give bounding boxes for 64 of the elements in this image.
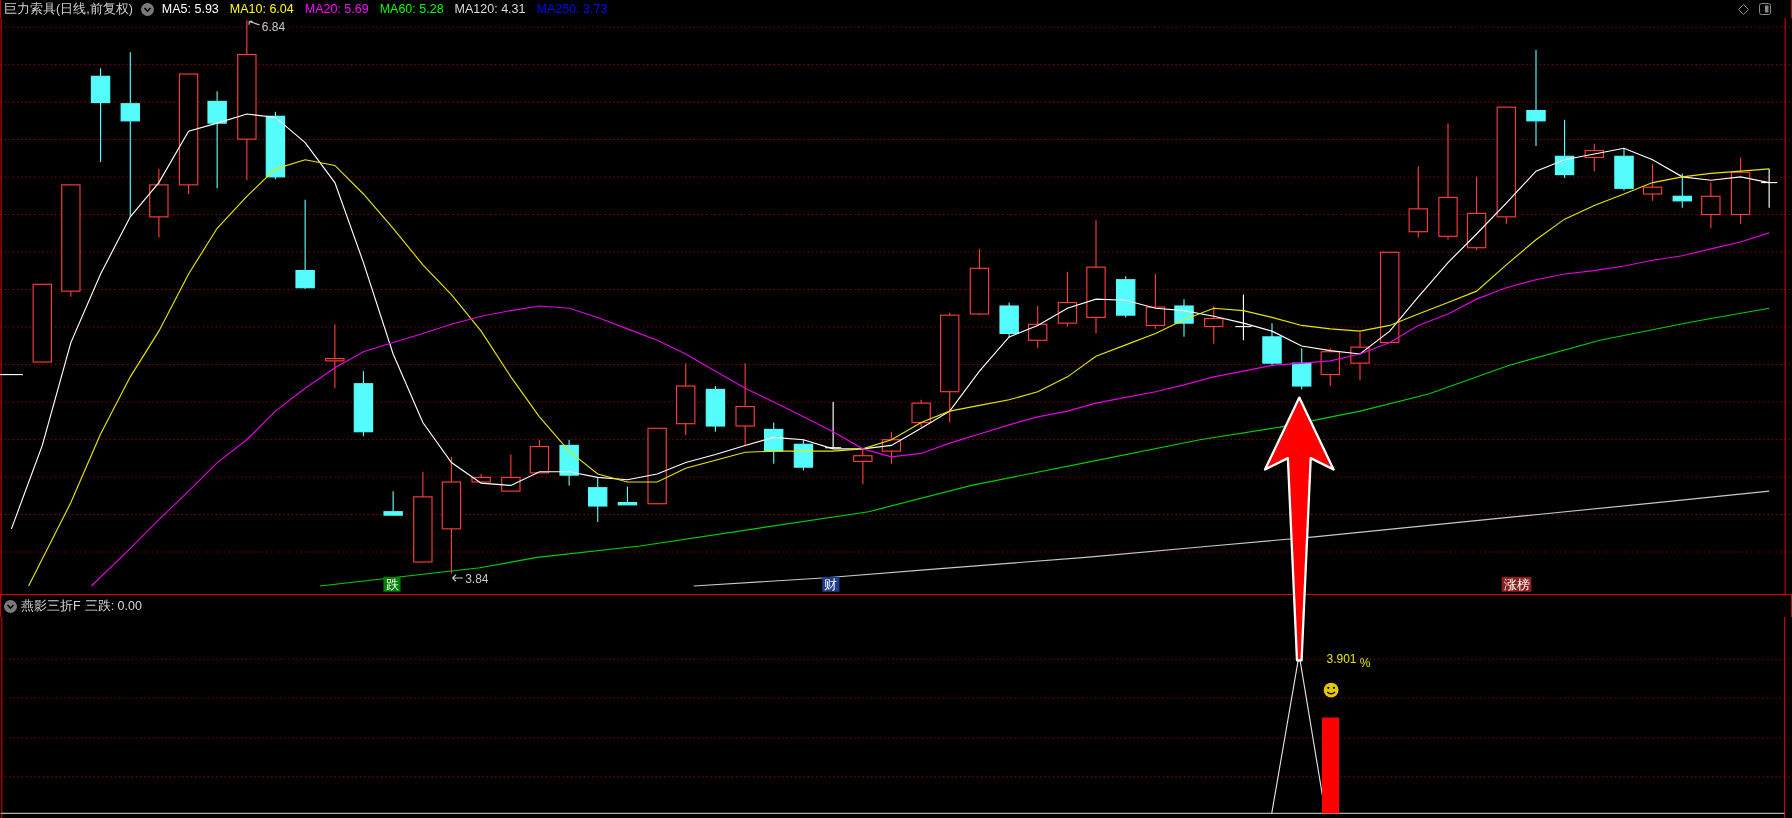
candlestick bbox=[1584, 143, 1604, 172]
candlestick bbox=[705, 385, 726, 433]
candlestick bbox=[1408, 166, 1428, 238]
pointer-icon bbox=[452, 574, 464, 582]
diamond-icon[interactable] bbox=[1738, 3, 1749, 15]
candlestick bbox=[1116, 275, 1136, 318]
candlestick bbox=[911, 399, 931, 428]
signal-label: 涨榜 bbox=[1503, 577, 1530, 592]
candlestick bbox=[149, 168, 169, 238]
candlestick bbox=[1730, 156, 1751, 225]
candlestick bbox=[265, 111, 286, 180]
candlestick bbox=[1292, 347, 1312, 390]
moving-average-value: MA250: 3.73 bbox=[536, 2, 608, 16]
candlestick bbox=[764, 422, 784, 465]
candlestick bbox=[824, 401, 842, 449]
candlestick bbox=[588, 476, 608, 523]
smiley-icon bbox=[1323, 682, 1339, 698]
price-tick bbox=[0, 374, 24, 376]
candlestick bbox=[1262, 322, 1282, 366]
stock-title: 巨力索具(日线,前复权) bbox=[4, 0, 133, 18]
high-price-label: 6.84 bbox=[261, 19, 286, 34]
candlestick bbox=[529, 439, 550, 474]
moving-average-value: MA10: 6.04 bbox=[229, 2, 294, 16]
candlestick bbox=[1057, 271, 1078, 328]
dropdown-icon[interactable] bbox=[140, 2, 154, 16]
indicator-value: 3.901 bbox=[1326, 651, 1357, 666]
candlestick bbox=[1234, 294, 1252, 341]
candlestick bbox=[1204, 305, 1224, 345]
moving-average-value: MA60: 5.28 bbox=[379, 2, 444, 16]
signal-label: 跌 bbox=[385, 577, 399, 592]
percent-sign: % bbox=[1359, 656, 1371, 671]
moving-average-value: MA20: 5.69 bbox=[304, 2, 369, 16]
candlestick bbox=[1760, 168, 1778, 209]
low-price-label: 3.84 bbox=[465, 571, 489, 586]
candlestick bbox=[1554, 119, 1575, 179]
candlestick bbox=[1145, 273, 1166, 330]
candlestick bbox=[1174, 298, 1194, 338]
candlestick bbox=[881, 431, 902, 465]
candlestick bbox=[793, 439, 814, 472]
candlestick bbox=[969, 248, 990, 316]
candlestick bbox=[353, 370, 374, 437]
indicator-reading: 三跌: 0.00 bbox=[84, 597, 142, 615]
indicator-title: 燕影三折F bbox=[21, 597, 81, 615]
candlestick bbox=[471, 473, 491, 484]
candlestick bbox=[853, 448, 873, 485]
signal-label: 财 bbox=[824, 577, 838, 592]
dropdown-icon[interactable] bbox=[4, 599, 17, 613]
candlestick bbox=[1642, 163, 1663, 202]
candlestick bbox=[1320, 347, 1340, 387]
candlestick bbox=[1614, 147, 1634, 192]
candlestick bbox=[1028, 305, 1048, 349]
candlestick bbox=[325, 323, 345, 389]
candlestick bbox=[1350, 331, 1370, 381]
candlestick bbox=[1672, 172, 1692, 209]
window-icon[interactable] bbox=[1759, 3, 1771, 15]
pointer-icon bbox=[248, 20, 260, 26]
candlestick bbox=[617, 486, 638, 506]
candlestick bbox=[1701, 182, 1721, 229]
candlestick bbox=[383, 490, 403, 516]
candlestick bbox=[559, 439, 579, 486]
moving-average-value: MA120: 4.31 bbox=[454, 2, 526, 16]
moving-average-value: MA5: 5.93 bbox=[161, 2, 219, 16]
candlestick bbox=[999, 302, 1019, 339]
candlestick bbox=[501, 454, 521, 492]
